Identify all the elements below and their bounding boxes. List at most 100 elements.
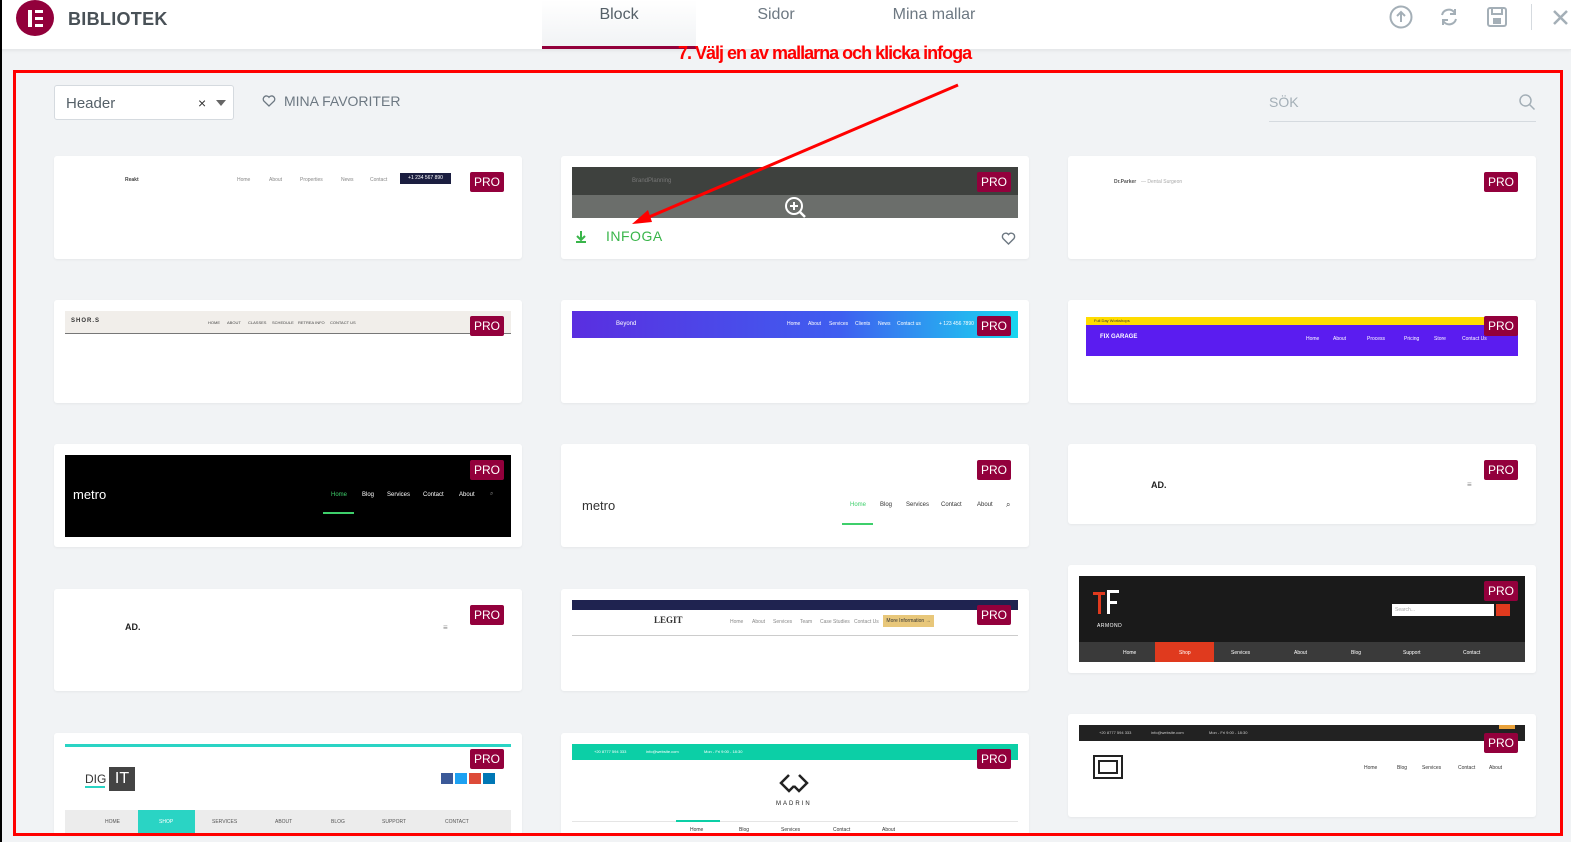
template-nav-item: Contact	[1458, 765, 1476, 771]
heart-icon[interactable]	[1001, 232, 1016, 245]
template-nav-item: Contact	[423, 492, 444, 498]
template-card[interactable]: DIG IT HOME SHOP SERVICES ABOUT BLOG SUP…	[54, 733, 522, 835]
template-nav-item: News	[341, 177, 354, 183]
pro-badge: PRO	[470, 172, 504, 192]
close-icon[interactable]	[1549, 4, 1571, 30]
hamburger-icon: ≡	[1467, 480, 1472, 489]
category-select[interactable]: Header ×	[54, 85, 234, 120]
template-nav-item: Case Studies	[820, 619, 850, 625]
template-logo: DIG	[85, 772, 107, 786]
template-card[interactable]: SHOR.S HOME ABOUT CLASSES SCHEDULE RETRE…	[54, 300, 522, 403]
template-nav-item: Blog	[739, 827, 750, 833]
pro-badge: PRO	[1484, 581, 1518, 601]
template-nav-item: Team	[800, 619, 813, 625]
template-nav-item: Support	[1403, 650, 1421, 656]
template-nav-item: Contact Us	[1462, 336, 1487, 342]
tab-block[interactable]: Block	[542, 0, 696, 49]
pro-badge: PRO	[1484, 172, 1518, 192]
save-icon[interactable]	[1484, 4, 1510, 30]
clear-selection-icon[interactable]: ×	[198, 95, 206, 111]
template-nav-item: Home	[850, 502, 867, 508]
template-nav-item: Services	[773, 619, 793, 625]
template-nav-item: Services	[1422, 765, 1442, 771]
template-nav-item: Home	[1306, 336, 1320, 342]
template-card[interactable]: ARMOND Search... Home Shop Services Abou…	[1068, 565, 1536, 673]
template-nav-item: Clients	[855, 321, 871, 327]
tab-pages[interactable]: Sidor	[696, 0, 856, 49]
template-nav-item: Contact	[1463, 650, 1481, 656]
my-favorites-filter[interactable]: MINA FAVORITER	[262, 93, 400, 109]
pro-badge: PRO	[977, 316, 1011, 336]
template-nav-item: About	[752, 619, 766, 625]
pro-badge: PRO	[977, 749, 1011, 769]
template-thumbnail: +20 8777 594 333 info@website.com Mon - …	[1079, 725, 1525, 807]
template-cta: More Information →	[883, 615, 934, 627]
template-nav-item: About	[1333, 336, 1347, 342]
insert-button[interactable]: INFOGA	[606, 228, 663, 244]
template-nav-item: Blog	[362, 492, 375, 498]
template-nav-item: Services	[1231, 650, 1251, 656]
pro-badge: PRO	[470, 460, 504, 480]
template-card[interactable]: +20 8777 594 333 info@website.com Mon - …	[561, 733, 1029, 835]
template-nav-item: Home	[787, 321, 801, 327]
template-hours: Mon - Fri 9:00 - 18:30	[1209, 730, 1248, 735]
template-nav-item: Home	[690, 827, 704, 833]
template-nav-item: Home	[1364, 765, 1378, 771]
window-edge	[0, 0, 2, 842]
template-nav-item: Contact	[833, 827, 851, 833]
template-logo: Dr.Parker	[1114, 179, 1137, 185]
template-nav-item: Contact us	[897, 321, 921, 327]
template-nav-item: Pricing	[1404, 336, 1420, 342]
template-card[interactable]: AD. ≡ PRO	[54, 589, 522, 691]
template-thumbnail: SHOR.S HOME ABOUT CLASSES SCHEDULE RETRE…	[65, 311, 511, 334]
template-card[interactable]: LEGIT Home About Services Team Case Stud…	[561, 589, 1029, 691]
my-favorites-label: MINA FAVORITER	[284, 93, 401, 109]
template-thumbnail: Dr.Parker — Dental Surgeon	[1079, 167, 1525, 202]
template-card[interactable]: metro Home Blog Services Contact About ⌕…	[54, 444, 522, 547]
template-nav-item: About	[882, 827, 896, 833]
toolbar-separator	[1531, 4, 1532, 30]
template-card-hovered[interactable]: BrandPlanning PRO INFOGA	[561, 156, 1029, 259]
template-cta: +1 234 567 890	[400, 173, 451, 184]
template-nav-item: Services	[829, 321, 849, 327]
template-thumbnail: BrandPlanning	[572, 167, 1018, 218]
template-logo: Reakt	[125, 177, 139, 183]
template-nav-item: Store	[1434, 336, 1446, 342]
template-nav-item: BLOG	[331, 819, 345, 825]
tab-my-templates[interactable]: Mina mallar	[856, 0, 1012, 49]
template-card[interactable]: Reakt Home About Properties News Contact…	[54, 156, 522, 259]
template-logo: metro	[73, 487, 107, 502]
template-thumbnail: AD. ≡	[65, 600, 511, 670]
template-topbar-text: Full Day Workshops	[1094, 318, 1130, 323]
template-logo: metro	[582, 498, 616, 513]
upload-icon[interactable]	[1388, 4, 1414, 30]
template-card[interactable]: +20 8777 594 333 info@website.com Mon - …	[1068, 714, 1536, 817]
template-phone: +20 8777 594 333	[594, 749, 627, 754]
pro-badge: PRO	[470, 749, 504, 769]
template-nav-item: Contact	[370, 177, 388, 183]
template-card[interactable]: Dr.Parker — Dental Surgeon PRO	[1068, 156, 1536, 259]
search-field[interactable]: SÖK	[1269, 85, 1536, 122]
template-card[interactable]: Full Day Workshops FIX GARAGE Home About…	[1068, 300, 1536, 403]
chevron-down-icon[interactable]	[216, 100, 226, 106]
template-nav-item: About	[808, 321, 822, 327]
zoom-in-icon[interactable]	[784, 196, 806, 218]
template-nav-item: HOME	[208, 320, 220, 325]
template-card[interactable]: AD. ≡ PRO	[1068, 444, 1536, 524]
template-nav-item: About	[1294, 650, 1308, 656]
pro-badge: PRO	[470, 316, 504, 336]
template-card[interactable]: Beyond Home About Services Clients News …	[561, 300, 1029, 403]
template-card[interactable]: metro Home Blog Services Contact About ⌕…	[561, 444, 1029, 547]
instruction-annotation: 7. Välj en av mallarna och klicka infoga	[678, 43, 972, 63]
sync-icon[interactable]	[1436, 4, 1462, 30]
template-nav-item: Blog	[880, 502, 893, 508]
template-thumbnail: DIG IT HOME SHOP SERVICES ABOUT BLOG SUP…	[65, 744, 511, 835]
template-thumbnail: Beyond Home About Services Clients News …	[572, 311, 1018, 338]
template-email: info@website.com	[1151, 730, 1184, 735]
search-icon: ⌕	[490, 491, 494, 497]
search-input[interactable]: SÖK	[1269, 94, 1299, 110]
download-icon[interactable]	[575, 230, 587, 244]
template-nav-item: Home	[730, 619, 744, 625]
template-nav-item: Home	[331, 492, 348, 498]
template-nav-item: RETREA INFO	[298, 320, 325, 325]
